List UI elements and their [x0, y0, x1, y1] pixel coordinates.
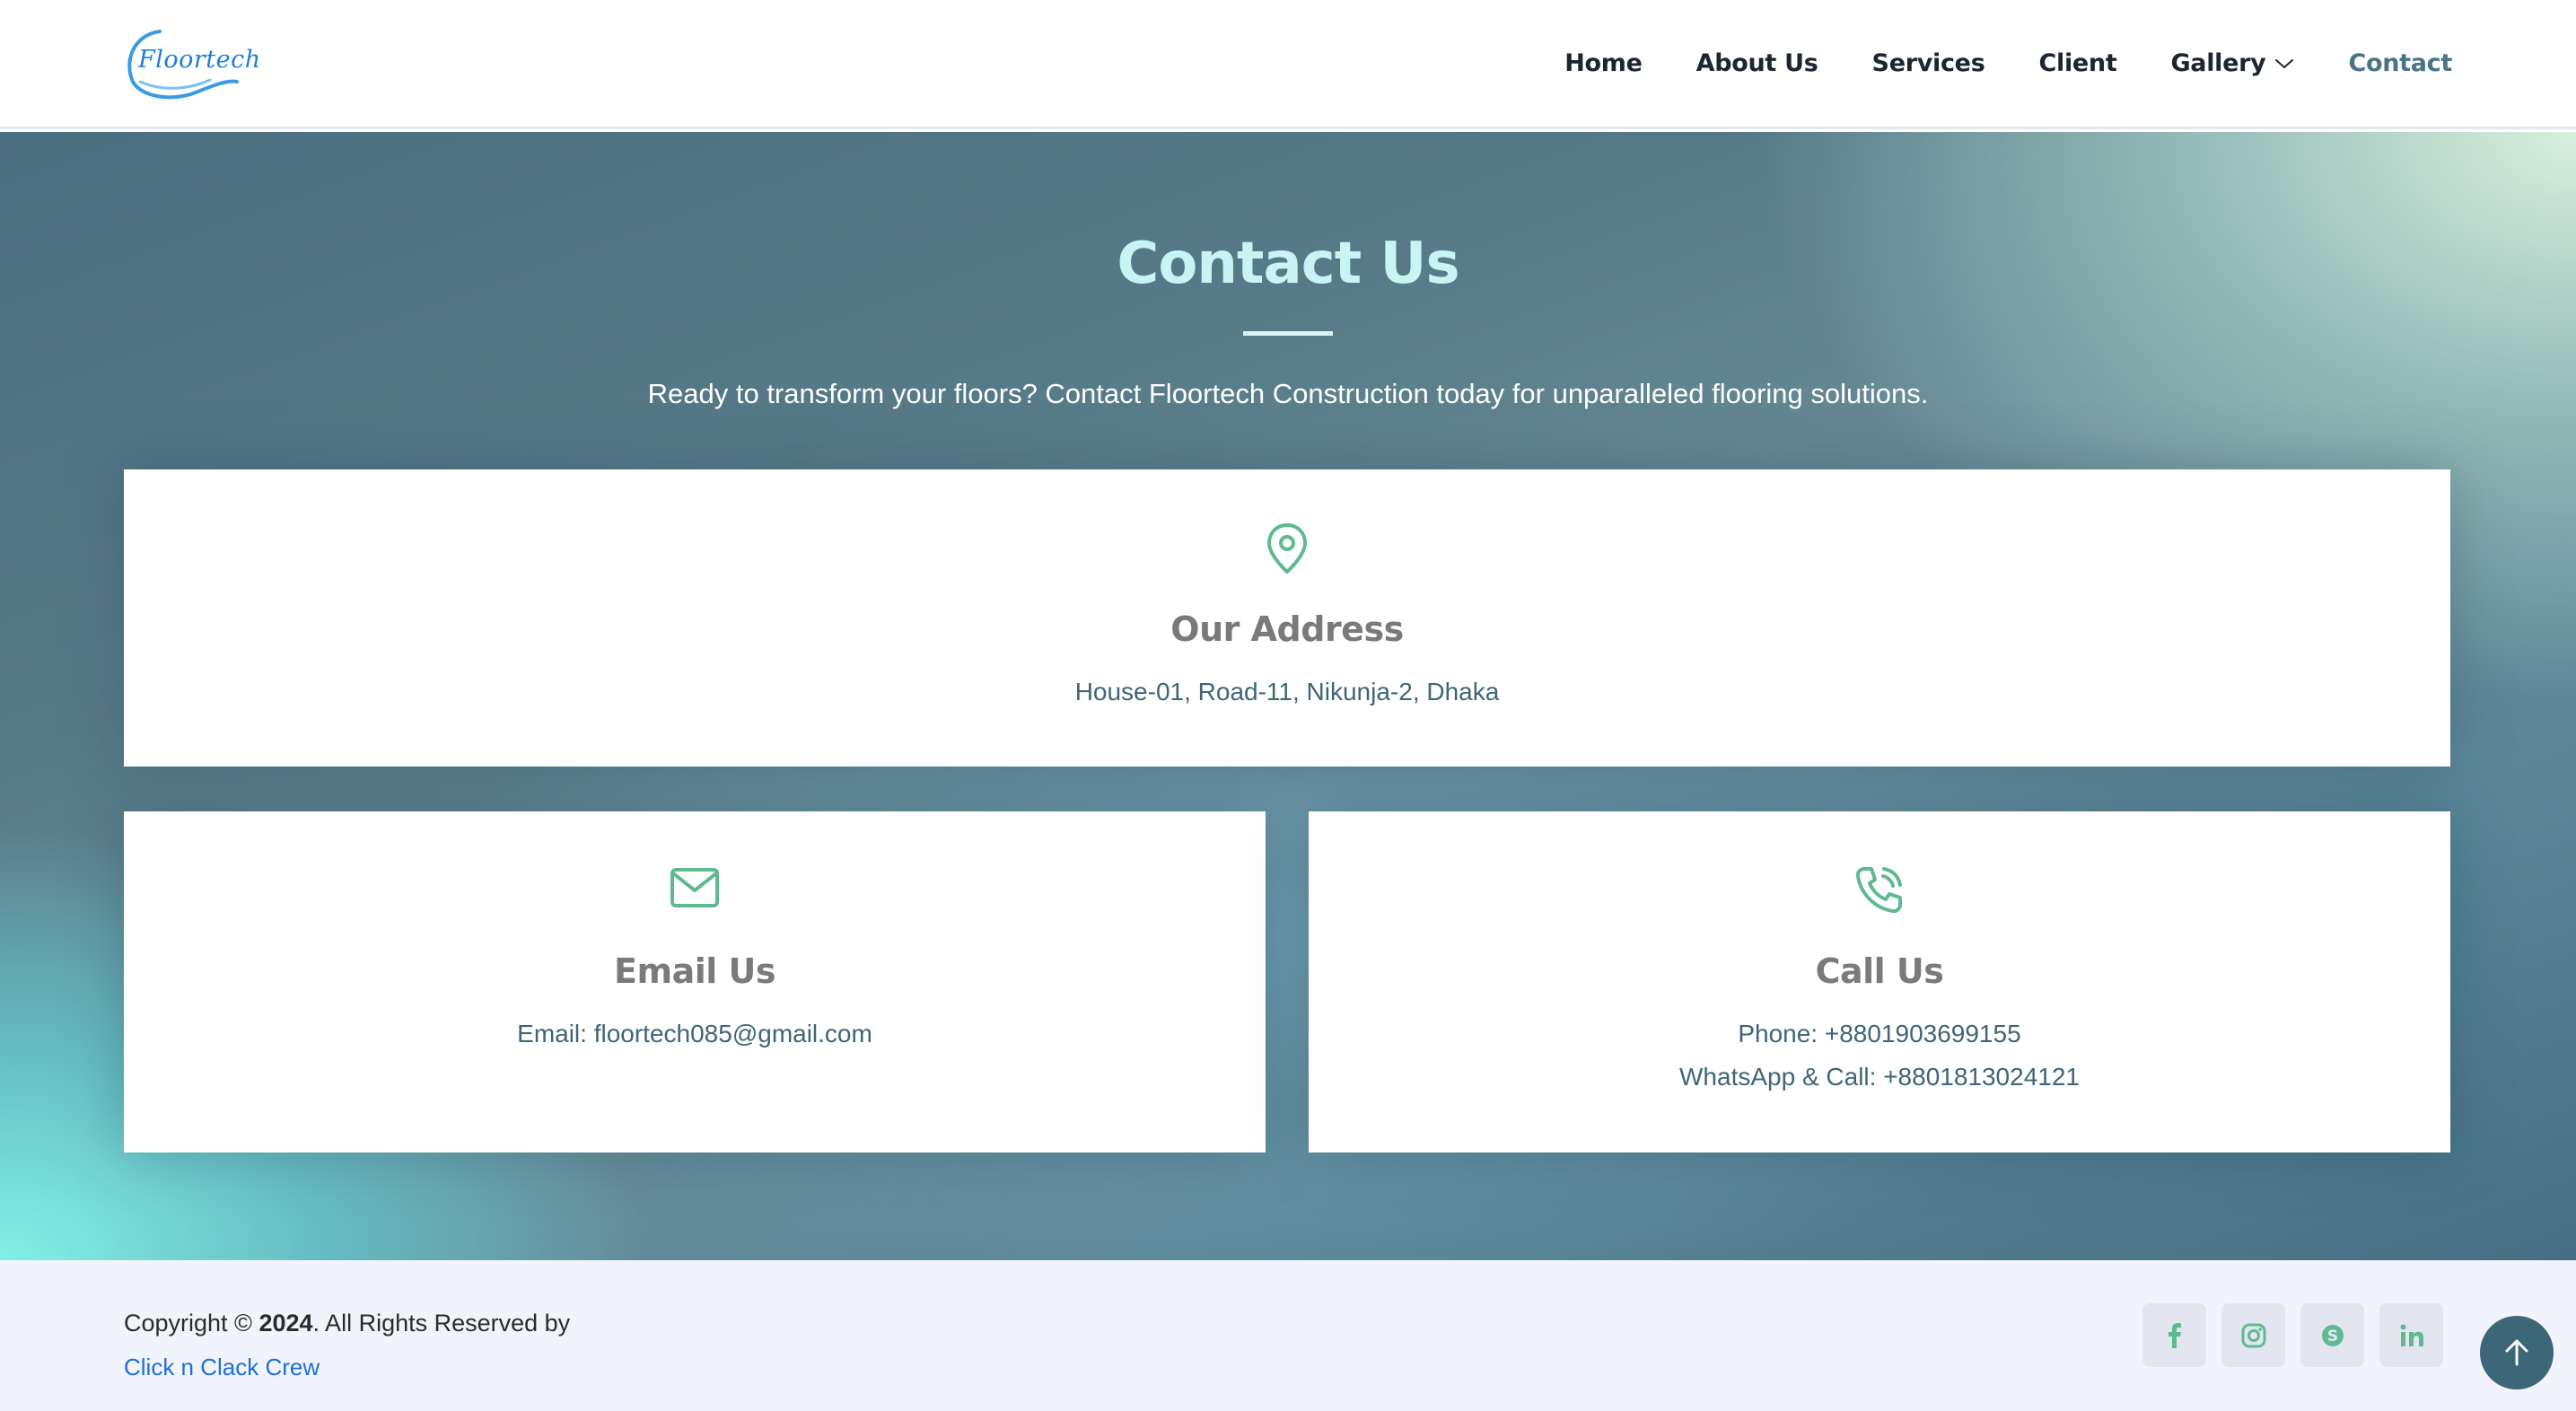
- linkedin-button[interactable]: [2379, 1303, 2443, 1367]
- copyright-prefix: Copyright ©: [124, 1310, 252, 1337]
- instagram-button[interactable]: [2221, 1303, 2285, 1367]
- credit-link[interactable]: Click n Clack Crew: [124, 1354, 320, 1381]
- call-title: Call Us: [1815, 951, 1944, 991]
- address-title: Our Address: [1170, 609, 1404, 649]
- arrow-up-icon: [2505, 1339, 2528, 1366]
- skype-icon: S: [2321, 1324, 2344, 1346]
- social-links: S: [2142, 1303, 2443, 1367]
- scroll-to-top-button[interactable]: [2480, 1316, 2554, 1389]
- facebook-icon: [2168, 1322, 2181, 1348]
- copyright-text: Copyright © 2024. All Rights Reserved by: [124, 1310, 570, 1337]
- nav-home[interactable]: Home: [1564, 49, 1643, 77]
- nav-client-label: Client: [2038, 49, 2117, 77]
- nav-client[interactable]: Client: [2038, 49, 2116, 77]
- whatsapp-number[interactable]: WhatsApp & Call: +8801813024121: [1309, 1063, 2450, 1091]
- title-underline: [1243, 331, 1333, 336]
- skype-button[interactable]: S: [2300, 1303, 2364, 1367]
- map-pin-icon: [1267, 523, 1307, 574]
- contact-hero: Contact Us Ready to transform your floor…: [0, 132, 2576, 1260]
- instagram-icon: [2241, 1323, 2265, 1347]
- email-card: Email Us Email: floortech085@gmail.com: [124, 811, 1266, 1152]
- copyright-year: 2024: [258, 1310, 313, 1337]
- phone-icon: [1855, 867, 1902, 914]
- main-nav: Home About Us Services Client Gallery Co…: [1564, 49, 2452, 77]
- logo-text: Floortech: [138, 45, 261, 74]
- nav-about-us[interactable]: About Us: [1696, 49, 1818, 77]
- address-text: House-01, Road-11, Nikunja-2, Dhaka: [1074, 678, 1500, 706]
- svg-text:S: S: [2326, 1328, 2337, 1345]
- facebook-button[interactable]: [2142, 1303, 2206, 1367]
- copyright-suffix: . All Rights Reserved by: [312, 1310, 571, 1337]
- logo[interactable]: Floortech: [124, 26, 260, 101]
- nav-contact-label: Contact: [2348, 49, 2452, 77]
- page-subtitle: Ready to transform your floors? Contact …: [647, 378, 1929, 409]
- nav-gallery-label: Gallery: [2170, 49, 2266, 77]
- email-address[interactable]: Email: floortech085@gmail.com: [124, 1020, 1266, 1048]
- nav-services[interactable]: Services: [1872, 49, 1985, 77]
- envelope-icon: [670, 868, 719, 907]
- page-title: Contact Us: [1117, 231, 1459, 297]
- address-card: Our Address House-01, Road-11, Nikunja-2…: [124, 469, 2450, 767]
- site-header: Floortech Home About Us Services Client …: [0, 0, 2576, 129]
- nav-gallery-dropdown[interactable]: Gallery: [2170, 49, 2294, 77]
- nav-services-label: Services: [1871, 49, 1985, 77]
- phone-number[interactable]: Phone: +8801903699155: [1309, 1020, 2450, 1048]
- nav-about-us-label: About Us: [1695, 49, 1818, 77]
- email-title: Email Us: [614, 951, 775, 991]
- linkedin-icon: [2400, 1324, 2423, 1346]
- site-footer: Copyright © 2024. All Rights Reserved by…: [0, 1260, 2576, 1411]
- call-card: Call Us Phone: +8801903699155 WhatsApp &…: [1309, 811, 2450, 1152]
- chevron-down-icon: [2275, 58, 2294, 68]
- nav-contact[interactable]: Contact: [2348, 49, 2452, 77]
- nav-home-label: Home: [1564, 49, 1643, 77]
